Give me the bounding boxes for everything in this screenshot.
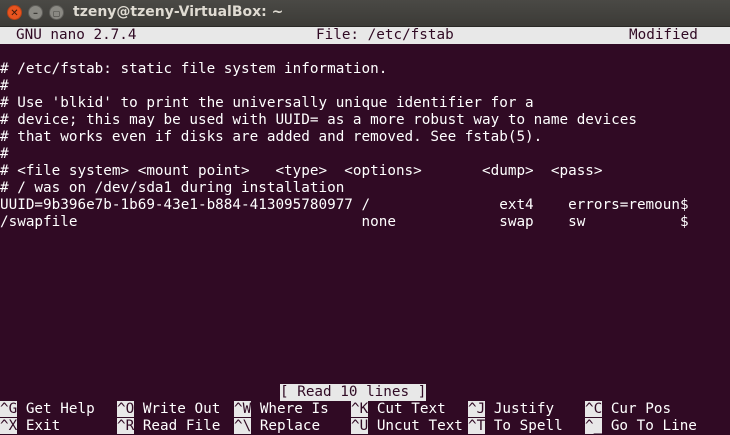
editor-line[interactable]: UUID=9b396e7b-1b69-43e1-b884-41309578097… — [0, 197, 689, 214]
shortcut-key: ^_ — [585, 418, 603, 434]
close-icon: ✕ — [10, 8, 19, 19]
editor-line[interactable]: /swapfile none swap sw $ — [0, 214, 689, 231]
shortcut-label: Get Help — [25, 401, 95, 417]
shortcut-justify[interactable]: ^J Justify — [468, 401, 554, 418]
terminal-area[interactable]: GNU nano 2.7.4 File: /etc/fstab Modified… — [0, 27, 730, 435]
shortcut-key: ^J — [468, 401, 486, 417]
maximize-window-button[interactable]: ▢ — [49, 5, 64, 20]
window-title: tzeny@tzeny-VirtualBox: ~ — [73, 4, 284, 20]
editor-line[interactable]: # — [0, 146, 9, 163]
shortcut-label: Write Out — [142, 401, 221, 417]
shortcut-to-spell[interactable]: ^T To Spell — [468, 418, 563, 435]
shortcut-key: ^R — [117, 418, 135, 434]
shortcut-label: Go To Line — [610, 418, 697, 434]
shortcut-where-is[interactable]: ^W Where Is — [234, 401, 329, 418]
shortcut-key: ^U — [351, 418, 369, 434]
shortcut-replace[interactable]: ^\ Replace — [234, 418, 320, 435]
nano-file-name: File: /etc/fstab — [316, 27, 454, 43]
shortcut-key: ^G — [0, 401, 18, 417]
close-window-button[interactable]: ✕ — [7, 5, 22, 20]
nano-modified-status: Modified — [629, 27, 698, 43]
editor-line[interactable]: # that works even if disks are added and… — [0, 129, 542, 146]
maximize-icon: ▢ — [52, 9, 61, 18]
shortcut-label: To Spell — [493, 418, 563, 434]
nano-version: GNU nano 2.7.4 — [16, 27, 137, 43]
shortcut-label: Cur Pos — [610, 401, 672, 417]
shortcut-key: ^K — [351, 401, 369, 417]
shortcut-label: Read File — [142, 418, 221, 434]
shortcut-label: Cut Text — [376, 401, 446, 417]
status-message: [ Read 10 lines ] — [280, 384, 427, 401]
shortcut-key: ^X — [0, 418, 18, 434]
shortcut-key: ^\ — [234, 418, 252, 434]
editor-line[interactable]: # /etc/fstab: static file system informa… — [0, 61, 387, 78]
editor-line[interactable]: # device; this may be used with UUID= as… — [0, 112, 637, 129]
shortcut-get-help[interactable]: ^G Get Help — [0, 401, 95, 418]
shortcut-read-file[interactable]: ^R Read File — [117, 418, 220, 435]
editor-line[interactable]: # — [0, 78, 9, 95]
shortcut-key: ^W — [234, 401, 252, 417]
minimize-icon: – — [33, 8, 38, 19]
nano-header-bar: GNU nano 2.7.4 File: /etc/fstab Modified — [0, 27, 730, 44]
shortcut-exit[interactable]: ^X Exit — [0, 418, 60, 435]
shortcut-cut-text[interactable]: ^K Cut Text — [351, 401, 446, 418]
editor-line[interactable]: # <file system> <mount point> <type> <op… — [0, 163, 603, 180]
shortcut-label: Where Is — [259, 401, 329, 417]
shortcut-go-to-line[interactable]: ^_ Go To Line — [585, 418, 697, 435]
shortcut-write-out[interactable]: ^O Write Out — [117, 401, 220, 418]
shortcut-label: Uncut Text — [376, 418, 463, 434]
shortcut-label: Justify — [493, 401, 555, 417]
minimize-window-button[interactable]: – — [28, 5, 43, 20]
shortcut-key: ^T — [468, 418, 486, 434]
editor-line[interactable]: # Use 'blkid' to print the universally u… — [0, 95, 534, 112]
shortcut-label: Exit — [25, 418, 61, 434]
shortcut-key: ^O — [117, 401, 135, 417]
shortcut-cur-pos[interactable]: ^C Cur Pos — [585, 401, 671, 418]
editor-line[interactable]: # / was on /dev/sda1 during installation — [0, 180, 344, 197]
shortcut-key: ^C — [585, 401, 603, 417]
shortcut-uncut-text[interactable]: ^U Uncut Text — [351, 418, 463, 435]
window-titlebar: ✕ – ▢ tzeny@tzeny-VirtualBox: ~ — [0, 0, 730, 27]
shortcut-label: Replace — [259, 418, 321, 434]
